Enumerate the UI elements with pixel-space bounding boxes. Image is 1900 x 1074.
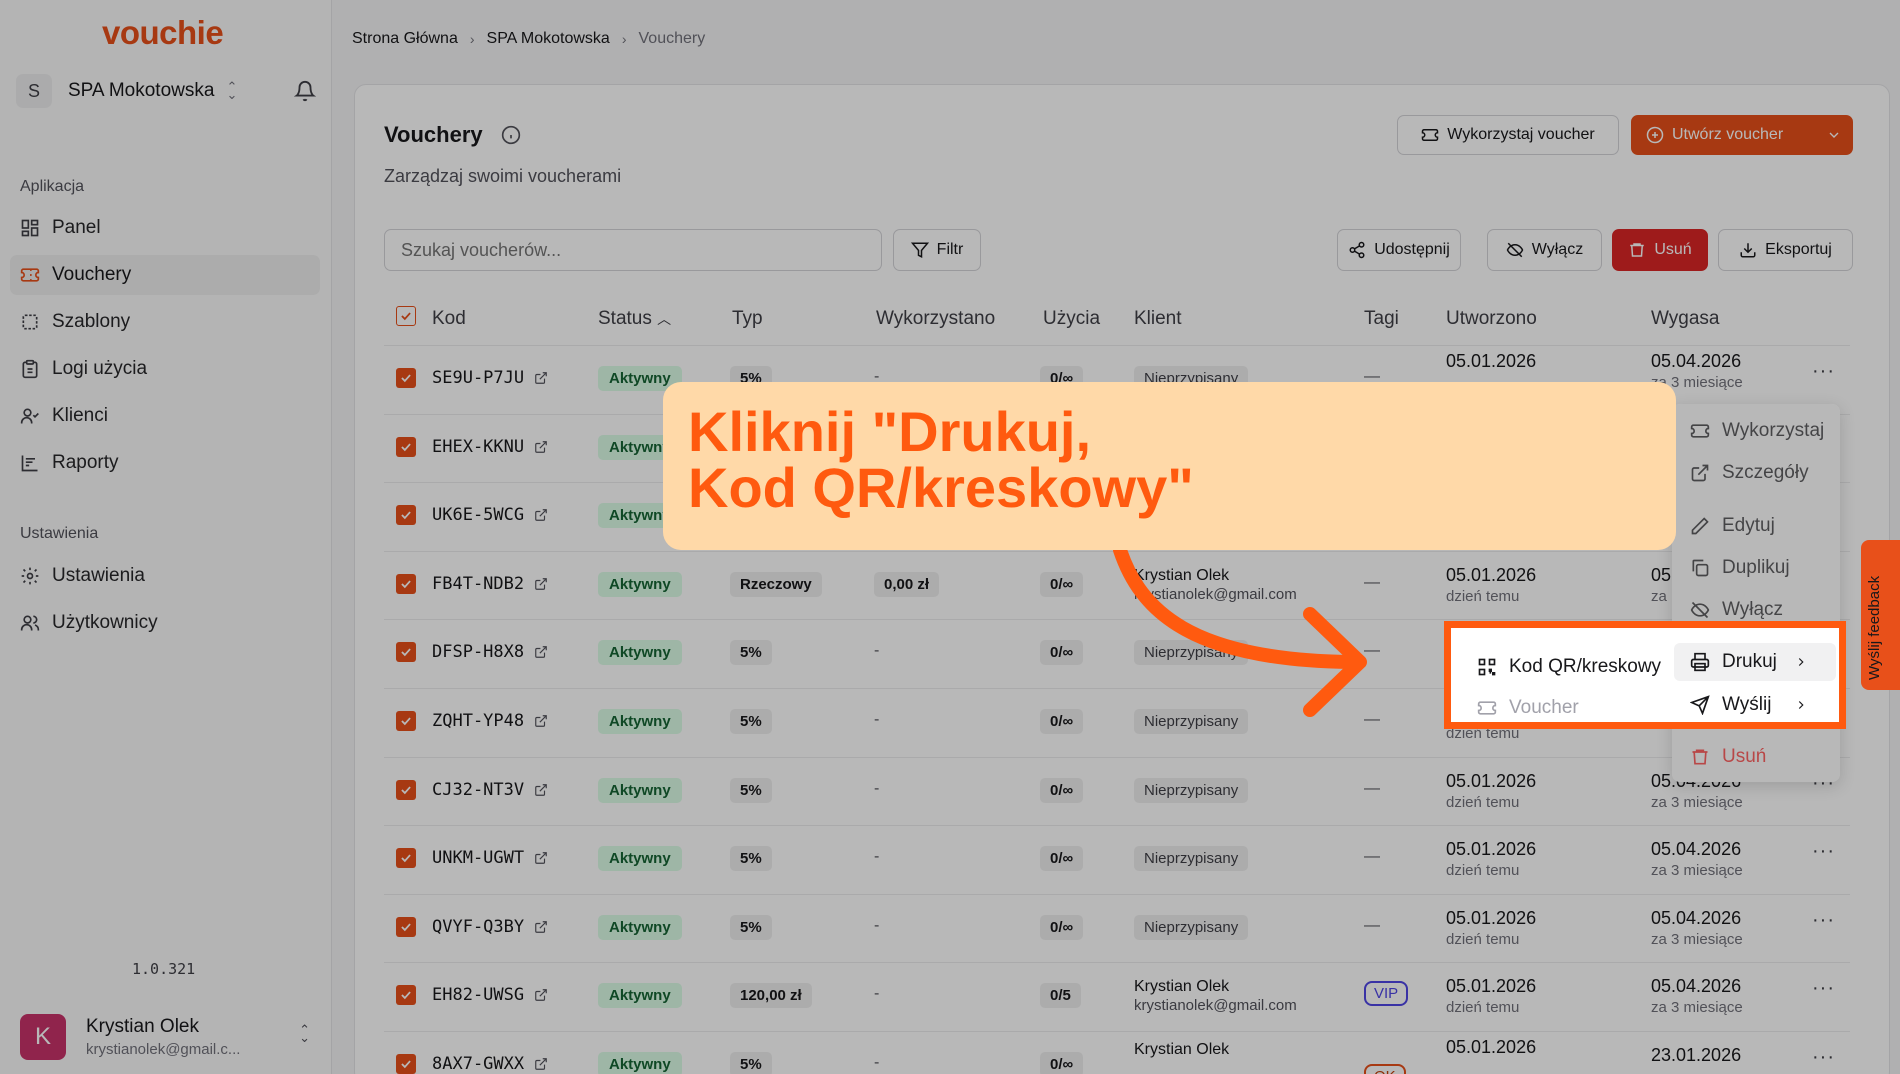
print-qr-label: Kod QR/kreskowy: [1509, 656, 1662, 677]
pencil-icon: [1691, 517, 1709, 535]
feedback-label: Wyślij feedback: [1866, 575, 1883, 680]
menu-item-label: Edytuj: [1722, 515, 1775, 536]
send-icon: [1690, 695, 1710, 715]
menu-item-edit[interactable]: Edytuj: [1674, 507, 1836, 545]
print-submenu: Kod QR/kreskowy Voucher: [1465, 648, 1673, 722]
ticket-icon: [1477, 701, 1497, 715]
menu-item-label: Drukuj: [1722, 651, 1777, 672]
menu-item-label: Szczegóły: [1722, 462, 1809, 483]
feedback-tab[interactable]: Wyślij feedback: [1861, 540, 1900, 690]
menu-item-delete[interactable]: Usuń: [1674, 738, 1836, 776]
menu-item-details[interactable]: Szczegóły: [1674, 454, 1836, 492]
copy-icon: [1692, 559, 1709, 577]
menu-item-label: Usuń: [1722, 746, 1767, 767]
menu-item-label: Duplikuj: [1722, 557, 1790, 578]
external-link-icon: [1691, 464, 1709, 482]
chevron-right-icon: [1798, 701, 1804, 709]
menu-item-label: Wykorzystaj: [1722, 420, 1825, 441]
menu-item-duplicate[interactable]: Duplikuj: [1674, 549, 1836, 587]
qr-code-icon: [1478, 658, 1496, 676]
annotation-text: Kliknij "Drukuj, Kod QR/kreskowy": [688, 400, 1194, 519]
chevron-right-icon: [1798, 658, 1804, 666]
menu-item-label: Wyślij: [1722, 694, 1772, 715]
print-voucher-item[interactable]: Voucher: [1465, 689, 1673, 727]
menu-item-send[interactable]: Wyślij: [1674, 686, 1836, 724]
eye-off-icon: [1690, 601, 1710, 619]
menu-item-print[interactable]: Drukuj: [1674, 643, 1836, 681]
print-qr-code-item[interactable]: Kod QR/kreskowy: [1465, 648, 1673, 686]
print-voucher-label: Voucher: [1509, 697, 1579, 718]
menu-item-label: Wyłącz: [1722, 599, 1784, 620]
ticket-icon: [1690, 424, 1710, 438]
printer-icon: [1690, 652, 1710, 672]
trash-icon: [1692, 749, 1708, 765]
menu-item-use[interactable]: Wykorzystaj: [1674, 412, 1836, 450]
annotation-arrow: [1113, 550, 1367, 717]
